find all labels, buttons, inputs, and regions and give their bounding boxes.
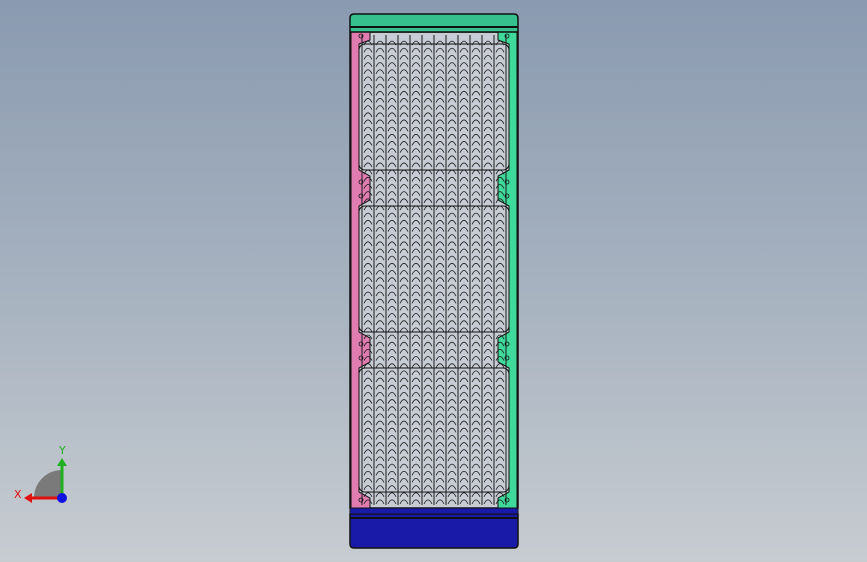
bottom-end-tank [349,513,519,549]
z-axis-dot [57,493,67,503]
y-axis-arrowhead [57,458,67,466]
x-axis-arrowhead [24,493,32,503]
bottom-tank-seam [349,507,519,515]
x-axis-label: X [14,488,22,501]
graphics-viewport[interactable]: Y X [0,0,867,562]
triad-view-plane-shadow [34,470,62,498]
y-axis-label: Y [58,444,66,457]
radiator-assembly[interactable] [349,13,519,549]
reference-triad: Y X [14,444,67,503]
top-end-tank [349,13,519,33]
radiator-model[interactable] [0,0,867,562]
